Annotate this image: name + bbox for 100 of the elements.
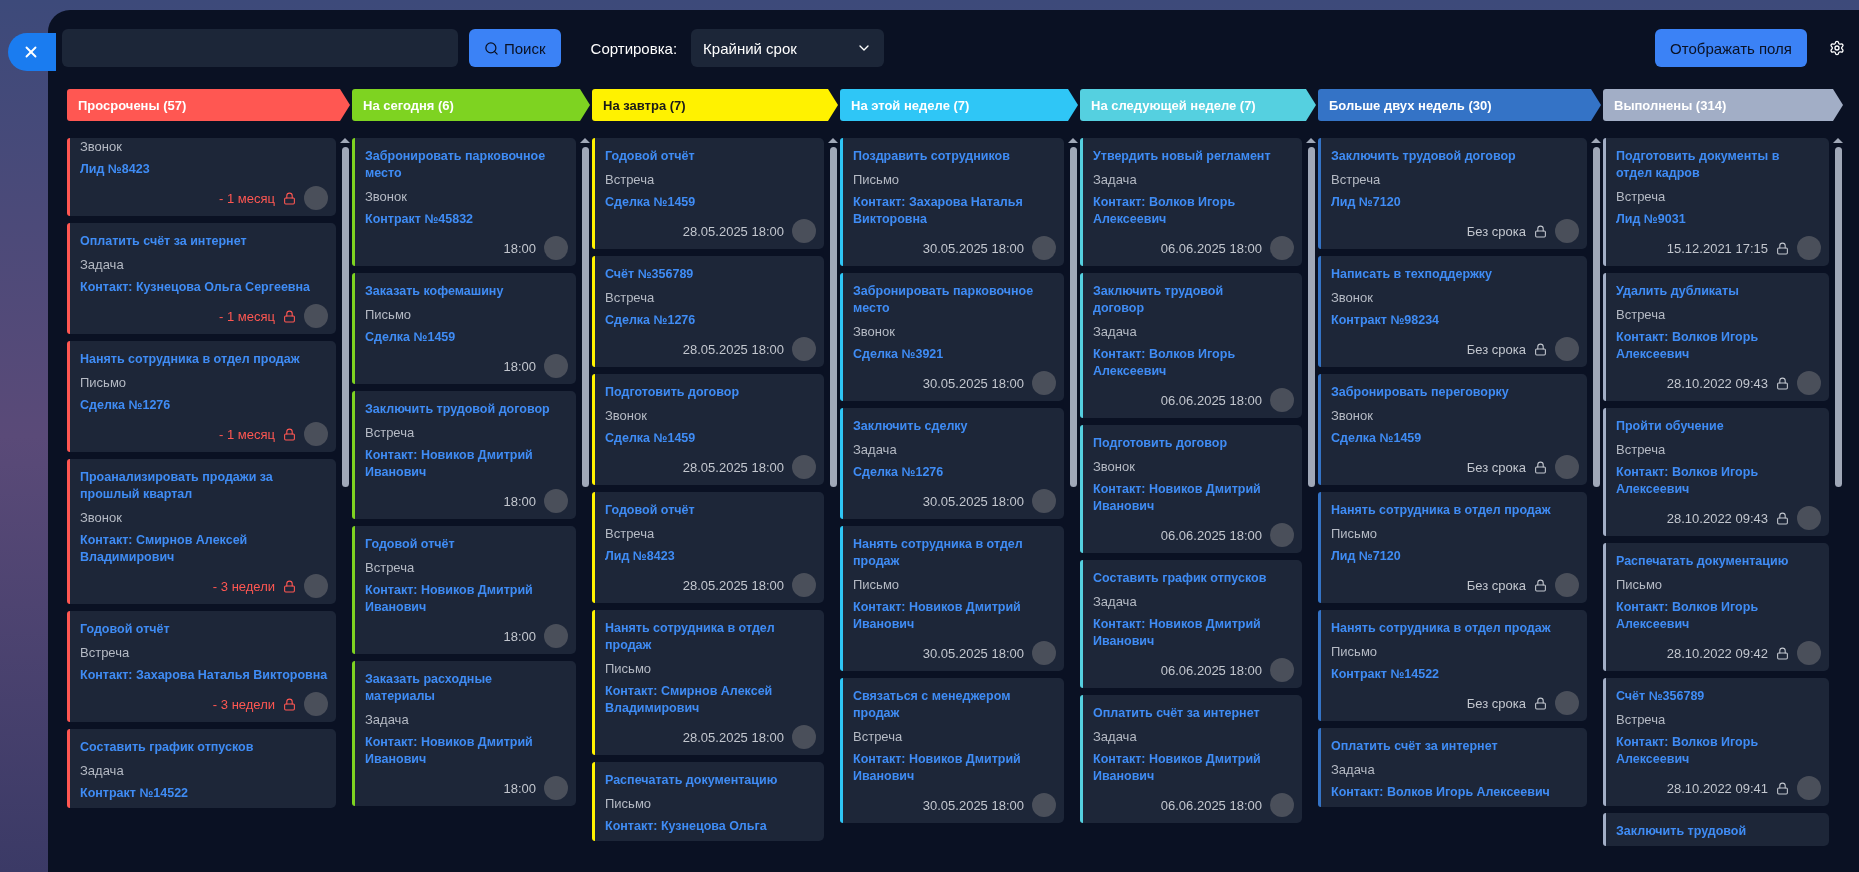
task-title[interactable]: Забронировать парковочное место: [853, 283, 1056, 317]
task-card[interactable]: Заказать кофемашину Письмо Сделка №1459 18:00: [352, 273, 576, 384]
task-card[interactable]: Заключить сделку Задача Сделка №1276 30.05.2025 18:00: [840, 408, 1064, 519]
task-title[interactable]: Проанализировать продажи за прошлый квартал: [80, 469, 328, 503]
task-link[interactable]: Лид №8423: [605, 548, 816, 565]
task-card[interactable]: Оплатить счёт за интернет Задача Контакт: Кузнецова Ольга Сергеевна - 1 месяц: [67, 223, 336, 334]
task-link[interactable]: Контакт: Новиков Дмитрий Иванович: [853, 751, 1056, 785]
task-card[interactable]: Заключить трудовой договор Встреча Лид №7120 Без срока: [1318, 138, 1587, 249]
task-link[interactable]: Контакт: Смирнов Алексей Владимирович: [605, 683, 816, 717]
task-card[interactable]: Заключить трудовой договор Задача Контакт: Волков Игорь Алексеевич 06.06.2025 18:00: [1080, 273, 1302, 418]
task-link[interactable]: Контакт: Захарова Наталья Викторовна: [853, 194, 1056, 228]
task-card[interactable]: Забронировать парковочное место Звонок Контракт №45832 18:00: [352, 138, 576, 266]
task-card[interactable]: Забронировать парковочное место Звонок Сделка №3921 30.05.2025 18:00: [840, 273, 1064, 401]
task-link[interactable]: Контакт: Волков Игорь Алексеевич: [1331, 784, 1579, 801]
task-link[interactable]: Контракт №98234: [1331, 312, 1579, 329]
task-link[interactable]: Контакт: Смирнов Алексей Владимирович: [80, 532, 328, 566]
task-title[interactable]: Нанять сотрудника в отдел продаж: [605, 620, 816, 654]
task-card[interactable]: Подготовить договор Звонок Контакт: Новиков Дмитрий Иванович 06.06.2025 18:00: [1080, 425, 1302, 553]
task-title[interactable]: Счёт №356789: [605, 266, 816, 283]
task-title[interactable]: Заключить трудовой: [1616, 823, 1821, 840]
task-card[interactable]: Заказать расходные материалы Задача Контакт: Новиков Дмитрий Иванович 18:00: [352, 661, 576, 806]
task-link[interactable]: Сделка №1459: [1331, 430, 1579, 447]
task-link[interactable]: Контакт: Новиков Дмитрий Иванович: [1093, 481, 1294, 515]
task-link[interactable]: Сделка №1276: [853, 464, 1056, 481]
task-card[interactable]: Годовой отчёт Встреча Контакт: Захарова Наталья Викторовна - 3 недели: [67, 611, 336, 722]
task-link[interactable]: Контакт: Захарова Наталья Викторовна: [80, 667, 328, 684]
task-card[interactable]: Подготовить договор Звонок Сделка №1459 28.05.2025 18:00: [592, 374, 824, 485]
task-card[interactable]: Проанализировать продажи за прошлый квартал Звонок Контакт: Смирнов Алексей Владимирович - 3 недели: [67, 459, 336, 604]
task-link[interactable]: Сделка №1276: [80, 397, 328, 414]
task-link[interactable]: Контакт: Кузнецова Ольга: [605, 818, 816, 835]
task-title[interactable]: Годовой отчёт: [365, 536, 568, 553]
task-link[interactable]: Сделка №1276: [605, 312, 816, 329]
task-link[interactable]: Контакт: Новиков Дмитрий Иванович: [1093, 616, 1294, 650]
task-title[interactable]: Забронировать переговорку: [1331, 384, 1579, 401]
task-link[interactable]: Лид №9031: [1616, 211, 1821, 228]
task-card[interactable]: Распечатать документацию Письмо Контакт: Волков Игорь Алексеевич 28.10.2022 09:42: [1603, 543, 1829, 671]
task-title[interactable]: Заключить трудовой договор: [1331, 148, 1579, 165]
task-card[interactable]: Нанять сотрудника в отдел продаж Письмо Контакт: Смирнов Алексей Владимирович 28.05.2025 18:00: [592, 610, 824, 755]
task-title[interactable]: Годовой отчёт: [80, 621, 328, 638]
task-link[interactable]: Лид №7120: [1331, 548, 1579, 565]
task-card[interactable]: Оплатить счёт за интернет Задача Контакт: Новиков Дмитрий Иванович 06.06.2025 18:00: [1080, 695, 1302, 823]
task-title[interactable]: Подготовить документы в отдел кадров: [1616, 148, 1821, 182]
scrollbar-thumb[interactable]: [829, 147, 837, 487]
task-card[interactable]: Составить график отпусков Задача Контракт №14522: [67, 729, 336, 808]
task-link[interactable]: Контакт: Волков Игорь Алексеевич: [1616, 464, 1821, 498]
task-card[interactable]: Оплатить счёт за интернет Задача Контакт: Волков Игорь Алексеевич: [1318, 728, 1587, 807]
task-card[interactable]: Подготовить документы в отдел кадров Встреча Лид №9031 15.12.2021 17:15: [1603, 138, 1829, 266]
task-title[interactable]: Счёт №356789: [1616, 688, 1821, 705]
scrollbar-thumb[interactable]: [1834, 147, 1842, 487]
task-title[interactable]: Забронировать парковочное место: [365, 148, 568, 182]
search-button[interactable]: Поиск: [469, 29, 561, 67]
task-card[interactable]: Нанять сотрудника в отдел продаж Письмо Контракт №14522 Без срока: [1318, 610, 1587, 721]
task-link[interactable]: Контакт: Волков Игорь Алексеевич: [1093, 194, 1294, 228]
task-title[interactable]: Пройти обучение: [1616, 418, 1821, 435]
task-title[interactable]: Составить график отпусков: [80, 739, 328, 756]
task-title[interactable]: Подготовить договор: [1093, 435, 1294, 452]
task-title[interactable]: Нанять сотрудника в отдел продаж: [80, 351, 328, 368]
task-link[interactable]: Контакт: Новиков Дмитрий Иванович: [365, 447, 568, 481]
sort-select[interactable]: Крайний срок: [691, 29, 885, 67]
task-card[interactable]: Пройти обучение Встреча Контакт: Волков Игорь Алексеевич 28.10.2022 09:43: [1603, 408, 1829, 536]
task-card[interactable]: Нанять сотрудника в отдел продаж Письмо Сделка №1276 - 1 месяц: [67, 341, 336, 452]
task-title[interactable]: Нанять сотрудника в отдел продаж: [1331, 502, 1579, 519]
task-card[interactable]: Распечатать документацию Письмо Контакт: Кузнецова Ольга: [592, 762, 824, 841]
task-link[interactable]: Контакт: Кузнецова Ольга Сергеевна: [80, 279, 328, 296]
task-card[interactable]: Составить график отпусков Задача Контакт: Новиков Дмитрий Иванович 06.06.2025 18:00: [1080, 560, 1302, 688]
task-title[interactable]: Распечатать документацию: [605, 772, 816, 789]
task-link[interactable]: Контакт: Волков Игорь Алексеевич: [1616, 329, 1821, 363]
task-title[interactable]: Оплатить счёт за интернет: [1331, 738, 1579, 755]
task-title[interactable]: Утвердить новый регламент: [1093, 148, 1294, 165]
task-card[interactable]: Нанять сотрудника в отдел продаж Письмо Контакт: Новиков Дмитрий Иванович 30.05.2025 18:00: [840, 526, 1064, 671]
task-card[interactable]: Годовой отчёт Встреча Контакт: Новиков Дмитрий Иванович 18:00: [352, 526, 576, 654]
task-card[interactable]: Забронировать переговорку Звонок Сделка №1459 Без срока: [1318, 374, 1587, 485]
task-link[interactable]: Сделка №1459: [605, 430, 816, 447]
task-link[interactable]: Контакт: Новиков Дмитрий Иванович: [853, 599, 1056, 633]
task-title[interactable]: Связаться с менеджером продаж: [853, 688, 1056, 722]
close-button[interactable]: [8, 33, 56, 71]
task-card[interactable]: Написать в техподдержку Звонок Контракт №98234 Без срока: [1318, 256, 1587, 367]
display-fields-button[interactable]: Отображать поля: [1655, 29, 1807, 67]
scrollbar-thumb[interactable]: [581, 147, 589, 487]
task-link[interactable]: Контакт: Новиков Дмитрий Иванович: [365, 582, 568, 616]
task-title[interactable]: Нанять сотрудника в отдел продаж: [1331, 620, 1579, 637]
task-title[interactable]: Заключить трудовой договор: [1093, 283, 1294, 317]
scroll-up-icon[interactable]: [1833, 138, 1843, 143]
task-link[interactable]: Контакт: Волков Игорь Алексеевич: [1093, 346, 1294, 380]
task-title[interactable]: Оплатить счёт за интернет: [1093, 705, 1294, 722]
task-link[interactable]: Сделка №1459: [605, 194, 816, 211]
task-title[interactable]: Подготовить договор: [605, 384, 816, 401]
task-link[interactable]: Лид №7120: [1331, 194, 1579, 211]
task-card[interactable]: Удалить дубликаты Встреча Контакт: Волков Игорь Алексеевич 28.10.2022 09:43: [1603, 273, 1829, 401]
task-card[interactable]: Заключить трудовой договор Встреча Контакт: Новиков Дмитрий Иванович 18:00: [352, 391, 576, 519]
scrollbar-thumb[interactable]: [1592, 147, 1600, 487]
task-link[interactable]: Контакт: Волков Игорь Алексеевич: [1616, 599, 1821, 633]
task-card[interactable]: Заключить трудовой: [1603, 813, 1829, 846]
task-card[interactable]: Поздравить сотрудников Письмо Контакт: Захарова Наталья Викторовна 30.05.2025 18:00: [840, 138, 1064, 266]
task-title[interactable]: Годовой отчёт: [605, 502, 816, 519]
scrollbar-thumb[interactable]: [1069, 147, 1077, 487]
task-title[interactable]: Распечатать документацию: [1616, 553, 1821, 570]
task-title[interactable]: Нанять сотрудника в отдел продаж: [853, 536, 1056, 570]
task-title[interactable]: Заключить сделку: [853, 418, 1056, 435]
task-title[interactable]: Оплатить счёт за интернет: [80, 233, 328, 250]
